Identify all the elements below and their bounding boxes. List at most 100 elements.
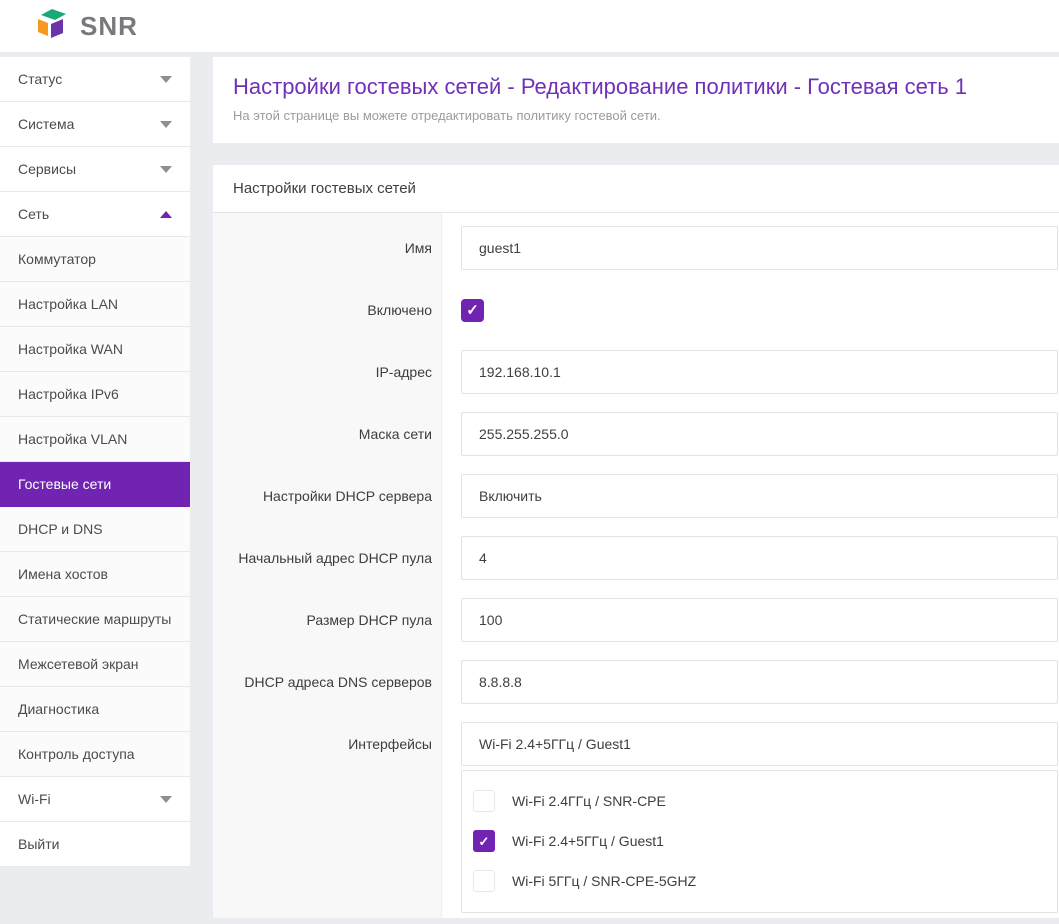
brand-name: SNR [80,11,138,42]
interfaces-option-2[interactable]: Wi-Fi 5ГГц / SNR-CPE-5GHZ [473,861,1057,901]
interfaces-option-checkbox-2[interactable] [473,870,495,892]
sidebar-item-настройка-ipv6[interactable]: Настройка IPv6 [0,372,190,417]
sidebar-item-label: Настройка IPv6 [18,386,119,402]
dhcp-start-control [461,536,1058,580]
sidebar-item-label: Выйти [18,836,59,852]
check-icon: ✓ [479,835,490,848]
enabled-checkbox[interactable]: ✓ [461,299,484,322]
interfaces-label: Интерфейсы [213,736,442,752]
sidebar-item-label: Контроль доступа [18,746,135,762]
form-row-interfaces: Интерфейсы Wi-Fi 2.4+5ГГц / Guest1 [213,713,1059,775]
chevron-down-icon [160,76,172,83]
snr-logo-icon [38,9,72,43]
sidebar-item-label: Wi-Fi [18,791,51,807]
ip-address-input[interactable] [461,350,1058,394]
form-row-enabled: Включено ✓ [213,279,1059,341]
enabled-control: ✓ [461,299,484,322]
check-icon: ✓ [466,303,479,318]
option-label: Wi-Fi 2.4ГГц / SNR-CPE [512,793,666,809]
form-row-dhcp-server: Настройки DHCP сервера [213,465,1059,527]
dhcp-limit-label: Размер DHCP пула [213,612,442,628]
option-label: Wi-Fi 2.4+5ГГц / Guest1 [512,833,664,849]
chevron-up-icon [160,211,172,218]
netmask-input[interactable] [461,412,1058,456]
dhcp-server-control [461,474,1058,518]
sidebar-item-гостевые-сети[interactable]: Гостевые сети [0,462,190,507]
dhcp-start-label: Начальный адрес DHCP пула [213,550,442,566]
interfaces-select[interactable]: Wi-Fi 2.4+5ГГц / Guest1 [461,722,1058,766]
dhcp-limit-control [461,598,1058,642]
enabled-label: Включено [213,302,442,318]
sidebar-item-имена-хостов[interactable]: Имена хостов [0,552,190,597]
interfaces-option-checkbox-1[interactable]: ✓ [473,830,495,852]
interfaces-option-0[interactable]: Wi-Fi 2.4ГГц / SNR-CPE [473,781,1057,821]
sidebar-item-wi-fi[interactable]: Wi-Fi [0,777,190,822]
option-label: Wi-Fi 5ГГц / SNR-CPE-5GHZ [512,873,696,889]
sidebar-item-настройка-lan[interactable]: Настройка LAN [0,282,190,327]
sidebar-item-label: Коммутатор [18,251,96,267]
ip-address-control [461,350,1058,394]
card-body: Имя Включено ✓ IP-адрес Маска сети Настройки … [213,213,1059,918]
dhcp-start-input[interactable] [461,536,1058,580]
form-row-dhcp-start: Начальный адрес DHCP пула [213,527,1059,589]
interfaces-control: Wi-Fi 2.4+5ГГц / Guest1 [461,722,1058,766]
sidebar-item-label: Статические маршруты [18,611,171,627]
form-row-netmask: Маска сети [213,403,1059,465]
form-row-name: Имя [213,217,1059,279]
dhcp-limit-input[interactable] [461,598,1058,642]
sidebar-item-межсетевой-экран[interactable]: Межсетевой экран [0,642,190,687]
snr-logo: SNR [38,9,138,43]
top-bar: SNR [0,0,1059,52]
interfaces-option-checkbox-0[interactable] [473,790,495,812]
sidebar-item-статические-маршруты[interactable]: Статические маршруты [0,597,190,642]
form-row-dhcp-dns: DHCP адреса DNS серверов [213,651,1059,713]
sidebar-nav: Статус Система Сервисы Сеть Коммутатор Настро… [0,57,190,867]
chevron-down-icon [160,121,172,128]
sidebar-item-label: Сервисы [18,161,76,177]
chevron-down-icon [160,796,172,803]
dhcp-dns-input[interactable] [461,660,1058,704]
sidebar-item-label: Настройка LAN [18,296,118,312]
ip-address-label: IP-адрес [213,364,442,380]
page-heading-card: Настройки гостевых сетей - Редактировани… [213,57,1059,143]
netmask-label: Маска сети [213,426,442,442]
chevron-down-icon [160,166,172,173]
sidebar-item-label: Система [18,116,74,132]
page-subtitle: На этой странице вы можете отредактирова… [233,108,1059,123]
sidebar-item-dhcp-и-dns[interactable]: DHCP и DNS [0,507,190,552]
sidebar-item-выйти[interactable]: Выйти [0,822,190,867]
sidebar-item-label: Статус [18,71,62,87]
sidebar-item-коммутатор[interactable]: Коммутатор [0,237,190,282]
page-title: Настройки гостевых сетей - Редактировани… [233,73,1059,101]
form-row-dhcp-limit: Размер DHCP пула [213,589,1059,651]
sidebar-item-контроль-доступа[interactable]: Контроль доступа [0,732,190,777]
sidebar-item-label: Диагностика [18,701,99,717]
name-control [461,226,1058,270]
sidebar-item-label: Настройка WAN [18,341,123,357]
sidebar-item-label: Настройка VLAN [18,431,127,447]
sidebar-item-система[interactable]: Система [0,102,190,147]
name-label: Имя [213,240,442,256]
sidebar-item-label: Имена хостов [18,566,108,582]
interfaces-options-panel: Wi-Fi 2.4ГГц / SNR-CPE ✓ Wi-Fi 2.4+5ГГц / … [461,770,1058,913]
interfaces-option-1[interactable]: ✓ Wi-Fi 2.4+5ГГц / Guest1 [473,821,1057,861]
sidebar-item-настройка-wan[interactable]: Настройка WAN [0,327,190,372]
sidebar-item-настройка-vlan[interactable]: Настройка VLAN [0,417,190,462]
card-title: Настройки гостевых сетей [213,165,1059,213]
sidebar-item-сервисы[interactable]: Сервисы [0,147,190,192]
sidebar-item-label: Межсетевой экран [18,656,139,672]
sidebar-item-label: Гостевые сети [18,476,111,492]
dhcp-dns-control [461,660,1058,704]
sidebar-item-диагностика[interactable]: Диагностика [0,687,190,732]
dhcp-server-input[interactable] [461,474,1058,518]
sidebar-item-label: DHCP и DNS [18,521,103,537]
name-input[interactable] [461,226,1058,270]
form-row-ip-address: IP-адрес [213,341,1059,403]
guest-network-settings-card: Настройки гостевых сетей Имя Включено ✓ IP-… [213,165,1059,918]
dhcp-dns-label: DHCP адреса DNS серверов [213,674,442,690]
sidebar-item-статус[interactable]: Статус [0,57,190,102]
netmask-control [461,412,1058,456]
dhcp-server-label: Настройки DHCP сервера [213,488,442,504]
sidebar-item-сеть[interactable]: Сеть [0,192,190,237]
sidebar-item-label: Сеть [18,206,49,222]
